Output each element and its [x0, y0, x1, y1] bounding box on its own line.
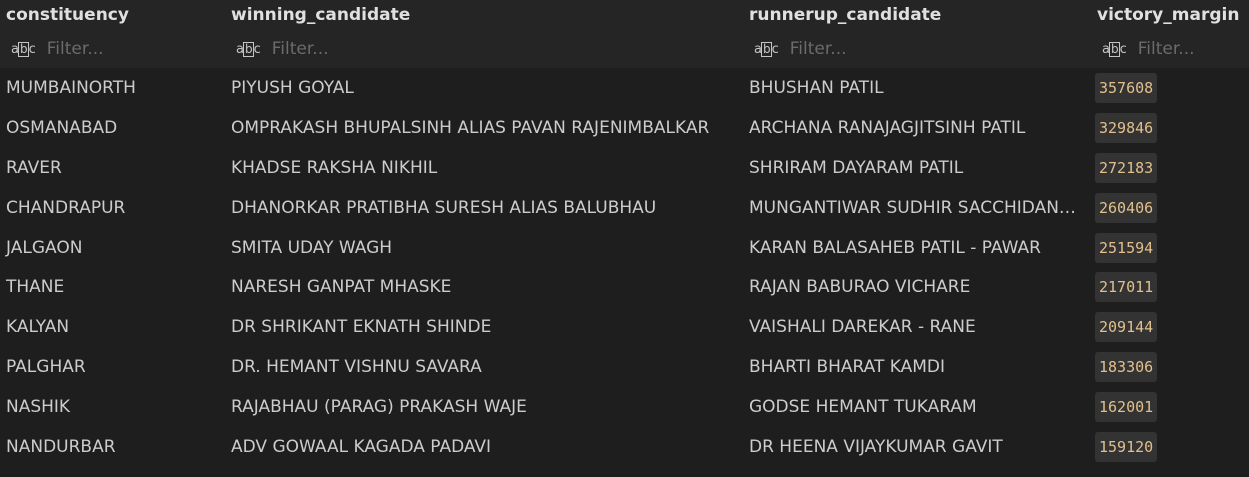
filter-input-constituency[interactable] — [46, 39, 187, 59]
cell-constituency: MUMBAINORTH — [6, 77, 136, 98]
cell-runnerup-candidate: BHARTI BHARAT KAMDI — [749, 357, 945, 378]
cell-winning-candidate: PIYUSH GOYAL — [231, 77, 354, 98]
cell-constituency: THANE — [6, 277, 65, 298]
cell-constituency: PALGHAR — [6, 357, 86, 378]
filter-input-runnerup-candidate[interactable] — [789, 39, 930, 59]
cell-runnerup-candidate: ARCHANA RANAJAGJITSINH PATIL — [749, 117, 1026, 138]
table-row[interactable]: NANDURBAR ADV GOWAAL KAGADA PADAVI DR HE… — [0, 427, 1249, 467]
cell-winning-candidate: KHADSE RAKSHA NIKHIL — [231, 157, 438, 178]
column-header-victory-margin[interactable]: victory_margin — [1091, 5, 1249, 25]
victory-margin-value: 260406 — [1095, 192, 1158, 223]
cell-winning-candidate: OMPRAKASH BHUPALSINH ALIAS PAVAN RAJENIM… — [231, 117, 710, 138]
table-row[interactable]: PALGHAR DR. HEMANT VISHNU SAVARA BHARTI … — [0, 347, 1249, 387]
cell-runnerup-candidate: BHUSHAN PATIL — [749, 77, 884, 98]
filter-winning-candidate: abc — [225, 39, 743, 59]
filter-input-victory-margin[interactable] — [1137, 39, 1249, 59]
table-row[interactable]: CHANDRAPUR DHANORKAR PRATIBHA SURESH ALI… — [0, 188, 1249, 228]
data-grid: constituency winning_candidate runnerup_… — [0, 0, 1249, 477]
table-row[interactable]: RAVER KHADSE RAKSHA NIKHIL SHRIRAM DAYAR… — [0, 148, 1249, 188]
victory-margin-value: 162001 — [1095, 392, 1158, 423]
table-row[interactable]: KALYAN DR SHRIKANT EKNATH SHINDE VAISHAL… — [0, 307, 1249, 347]
cell-constituency: NANDURBAR — [6, 436, 116, 457]
cell-victory-margin: 251594 — [1091, 232, 1249, 263]
cell-victory-margin: 272183 — [1091, 152, 1249, 183]
cell-winning-candidate: SMITA UDAY WAGH — [231, 237, 393, 258]
cell-runnerup-candidate: KARAN BALASAHEB PATIL - PAWAR — [749, 237, 1041, 258]
cell-constituency: NASHIK — [6, 397, 71, 418]
filter-row: abc abc abc abc — [0, 30, 1249, 68]
cell-winning-candidate: DHANORKAR PRATIBHA SURESH ALIAS BALUBHAU — [231, 197, 657, 218]
cell-constituency: KALYAN — [6, 317, 70, 338]
cell-victory-margin: 357608 — [1091, 72, 1249, 103]
victory-margin-value: 217011 — [1095, 272, 1158, 303]
victory-margin-value: 159120 — [1095, 431, 1158, 462]
cell-victory-margin: 260406 — [1091, 192, 1249, 223]
cell-runnerup-candidate: GODSE HEMANT TUKARAM — [749, 397, 977, 418]
text-type-icon: abc — [236, 41, 261, 57]
text-type-icon: abc — [11, 41, 36, 57]
cell-runnerup-candidate: VAISHALI DAREKAR - RANE — [749, 317, 976, 338]
cell-runnerup-candidate: SHRIRAM DAYARAM PATIL — [749, 157, 964, 178]
cell-winning-candidate: NARESH GANPAT MHASKE — [231, 277, 452, 298]
column-header-constituency[interactable]: constituency — [0, 5, 225, 25]
cell-victory-margin: 209144 — [1091, 312, 1249, 343]
filter-victory-margin: abc — [1091, 39, 1249, 59]
cell-winning-candidate: DR. HEMANT VISHNU SAVARA — [231, 357, 482, 378]
table-row[interactable]: JALGAON SMITA UDAY WAGH KARAN BALASAHEB … — [0, 228, 1249, 268]
victory-margin-value: 357608 — [1095, 72, 1158, 103]
filter-constituency: abc — [0, 39, 225, 59]
victory-margin-value: 329846 — [1095, 112, 1158, 143]
text-type-icon: abc — [754, 41, 779, 57]
text-type-icon: abc — [1102, 41, 1127, 57]
cell-victory-margin: 159120 — [1091, 431, 1249, 462]
filter-runnerup-candidate: abc — [743, 39, 1091, 59]
cell-winning-candidate: DR SHRIKANT EKNATH SHINDE — [231, 317, 492, 338]
cell-constituency: CHANDRAPUR — [6, 197, 126, 218]
cell-winning-candidate: ADV GOWAAL KAGADA PADAVI — [231, 436, 492, 457]
victory-margin-value: 272183 — [1095, 152, 1158, 183]
cell-constituency: RAVER — [6, 157, 62, 178]
column-header-runnerup-candidate[interactable]: runnerup_candidate — [743, 5, 1091, 25]
cell-constituency: OSMANABAD — [6, 117, 118, 138]
cell-victory-margin: 162001 — [1091, 392, 1249, 423]
cell-runnerup-candidate: RAJAN BABURAO VICHARE — [749, 277, 971, 298]
table-row[interactable]: THANE NARESH GANPAT MHASKE RAJAN BABURAO… — [0, 267, 1249, 307]
victory-margin-value: 251594 — [1095, 232, 1158, 263]
cell-victory-margin: 217011 — [1091, 272, 1249, 303]
cell-constituency: JALGAON — [6, 237, 83, 258]
cell-victory-margin: 183306 — [1091, 352, 1249, 383]
table-body: MUMBAINORTH PIYUSH GOYAL BHUSHAN PATIL 3… — [0, 68, 1249, 467]
table-row[interactable]: NASHIK RAJABHAU (PARAG) PRAKASH WAJE GOD… — [0, 387, 1249, 427]
cell-runnerup-candidate: MUNGANTIWAR SUDHIR SACCHIDANAND — [749, 197, 1091, 218]
column-header-row: constituency winning_candidate runnerup_… — [0, 0, 1249, 30]
cell-runnerup-candidate: DR HEENA VIJAYKUMAR GAVIT — [749, 436, 1003, 457]
cell-victory-margin: 329846 — [1091, 112, 1249, 143]
table-row[interactable]: MUMBAINORTH PIYUSH GOYAL BHUSHAN PATIL 3… — [0, 68, 1249, 108]
victory-margin-value: 183306 — [1095, 352, 1158, 383]
table-row[interactable]: OSMANABAD OMPRAKASH BHUPALSINH ALIAS PAV… — [0, 108, 1249, 148]
victory-margin-value: 209144 — [1095, 312, 1158, 343]
column-header-winning-candidate[interactable]: winning_candidate — [225, 5, 743, 25]
filter-input-winning-candidate[interactable] — [271, 39, 412, 59]
cell-winning-candidate: RAJABHAU (PARAG) PRAKASH WAJE — [231, 397, 527, 418]
